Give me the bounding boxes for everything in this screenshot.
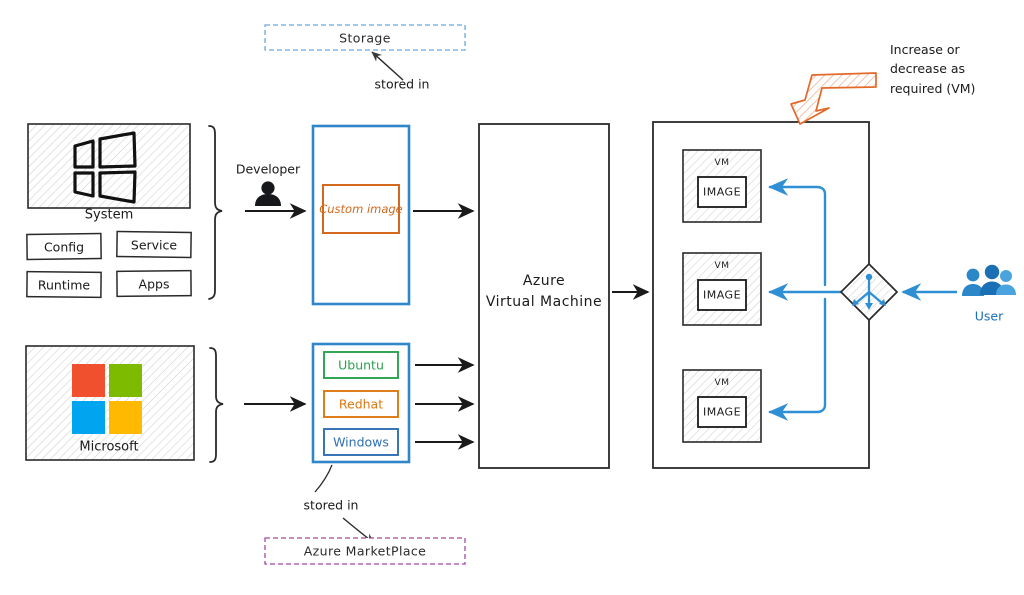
azure-vm-title-line2: Virtual Machine <box>485 294 603 310</box>
system-label: System <box>84 207 134 223</box>
brace-top <box>208 125 223 300</box>
stored-in-top-label: stored in <box>374 76 430 92</box>
component-config-label: Config <box>43 239 85 255</box>
vm-instance-2-image-label: IMAGE <box>702 288 742 302</box>
azure-vm-title: Azure Virtual Machine <box>486 271 602 313</box>
diagram-canvas: Storage stored in Developer System Confi… <box>0 0 1024 595</box>
custom-image-label: Custom image <box>319 202 403 216</box>
stored-in-bottom-label: stored in <box>303 497 359 513</box>
vm-instance-3-image-label: IMAGE <box>702 405 742 419</box>
vm-instance-2-title: VM <box>714 261 730 271</box>
scale-note-line3: required (VM) <box>890 80 976 96</box>
component-service-label: Service <box>130 237 178 253</box>
users-group-icon <box>962 264 1016 296</box>
component-apps-label: Apps <box>138 276 170 292</box>
windows-label: Windows <box>333 434 389 450</box>
azure-vm-title-line1: Azure <box>522 273 566 289</box>
scale-arrow-icon <box>790 72 877 125</box>
person-icon <box>255 181 281 206</box>
component-runtime-label: Runtime <box>37 277 91 293</box>
marketplace-leader-line <box>314 464 333 493</box>
user-label: User <box>974 308 1004 324</box>
brace-bottom <box>209 347 224 463</box>
scale-note-line2: decrease as <box>890 61 966 77</box>
vm-instance-1-title: VM <box>714 158 730 168</box>
storage-label: Storage <box>339 30 391 46</box>
redhat-label: Redhat <box>338 396 384 412</box>
vm-instance-3-title: VM <box>714 378 730 388</box>
marketplace-label: Azure MarketPlace <box>303 543 427 559</box>
microsoft-label: Microsoft <box>79 439 139 455</box>
vm-instance-1-image-label: IMAGE <box>702 185 742 199</box>
scale-note: Increase or decrease as required (VM) <box>890 40 975 98</box>
ubuntu-label: Ubuntu <box>338 357 384 373</box>
developer-label: Developer <box>235 161 301 177</box>
scale-note-line1: Increase or <box>890 42 960 57</box>
